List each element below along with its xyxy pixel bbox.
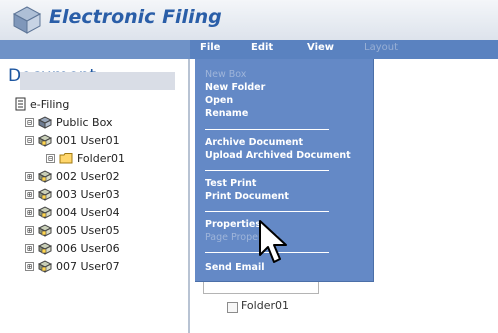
collapse-icon[interactable]: ⊟ bbox=[25, 136, 34, 145]
tree-item-efiling[interactable]: e-Filing bbox=[0, 96, 188, 113]
user-box-icon bbox=[38, 188, 52, 201]
tree-item-label: 004 User04 bbox=[56, 206, 120, 219]
user-box-icon bbox=[38, 242, 52, 255]
selected-row-highlight bbox=[20, 72, 175, 90]
collapse-icon[interactable]: ⊟ bbox=[25, 118, 34, 127]
menu-item-rename[interactable]: Rename bbox=[205, 108, 248, 119]
tree-item-user07[interactable]: ⊞ 007 User07 bbox=[0, 258, 188, 275]
user-box-icon bbox=[38, 134, 52, 147]
pointer-cursor-icon bbox=[259, 220, 287, 263]
tree-item-user05[interactable]: ⊞ 005 User05 bbox=[0, 222, 188, 239]
expand-icon[interactable]: ⊞ bbox=[25, 244, 34, 253]
menu-item-archive-document[interactable]: Archive Document bbox=[205, 137, 303, 148]
menubar-left-strip bbox=[0, 40, 190, 59]
menubar: File Edit View Layout bbox=[190, 40, 498, 59]
menu-separator bbox=[205, 211, 329, 212]
efiling-icon bbox=[15, 97, 26, 111]
tree-item-label: Folder01 bbox=[77, 152, 125, 165]
box-icon bbox=[38, 116, 52, 129]
content-box-frame bbox=[203, 281, 319, 294]
tree-item-label: 002 User02 bbox=[56, 170, 120, 183]
menu-item-print-document[interactable]: Print Document bbox=[205, 191, 289, 202]
folder-item-label[interactable]: Folder01 bbox=[241, 299, 289, 312]
expand-icon[interactable]: ⊞ bbox=[25, 226, 34, 235]
user-box-icon bbox=[38, 206, 52, 219]
tree-item-label: 005 User05 bbox=[56, 224, 120, 237]
tree-item-user06[interactable]: ⊞ 006 User06 bbox=[0, 240, 188, 257]
app-header: Electronic Filing bbox=[0, 0, 498, 40]
tree-item-label: Public Box bbox=[56, 116, 113, 129]
expand-icon[interactable]: ⊞ bbox=[25, 262, 34, 271]
tree-item-label: e-Filing bbox=[30, 98, 70, 111]
tree-item-public-box[interactable]: ⊟ Public Box bbox=[0, 114, 188, 131]
app-title: Electronic Filing bbox=[49, 6, 222, 28]
tree-item-label: 003 User03 bbox=[56, 188, 120, 201]
menu-separator bbox=[205, 170, 329, 171]
menu-item-properties[interactable]: Properties bbox=[205, 219, 261, 230]
tree-item-folder01[interactable]: ⊟ Folder01 bbox=[0, 150, 188, 167]
menu-item-open[interactable]: Open bbox=[205, 95, 233, 106]
menu-separator bbox=[205, 129, 329, 130]
folder-icon bbox=[59, 153, 73, 164]
menu-layout: Layout bbox=[364, 42, 398, 53]
menu-item-test-print[interactable]: Test Print bbox=[205, 178, 256, 189]
menu-item-new-folder[interactable]: New Folder bbox=[205, 82, 265, 93]
menu-file[interactable]: File bbox=[200, 42, 220, 53]
tree-item-user04[interactable]: ⊞ 004 User04 bbox=[0, 204, 188, 221]
menu-item-upload-archived-document[interactable]: Upload Archived Document bbox=[205, 150, 351, 161]
tree-item-user02[interactable]: ⊞ 002 User02 bbox=[0, 168, 188, 185]
tree-item-label: 001 User01 bbox=[56, 134, 120, 147]
logo-icon bbox=[12, 6, 42, 34]
tree-item-user03[interactable]: ⊞ 003 User03 bbox=[0, 186, 188, 203]
folder-checkbox[interactable] bbox=[227, 302, 238, 313]
user-box-icon bbox=[38, 224, 52, 237]
user-box-icon bbox=[38, 170, 52, 183]
tree-item-user01[interactable]: ⊟ 001 User01 bbox=[0, 132, 188, 149]
menu-item-send-email[interactable]: Send Email bbox=[205, 262, 264, 273]
tree-item-label: 007 User07 bbox=[56, 260, 120, 273]
expand-icon[interactable]: ⊞ bbox=[25, 208, 34, 217]
collapse-icon[interactable]: ⊟ bbox=[46, 154, 55, 163]
tree-item-label: 006 User06 bbox=[56, 242, 120, 255]
menu-edit[interactable]: Edit bbox=[251, 42, 273, 53]
user-box-icon bbox=[38, 260, 52, 273]
menu-item-new-box: New Box bbox=[205, 69, 247, 80]
expand-icon[interactable]: ⊞ bbox=[25, 190, 34, 199]
menu-view[interactable]: View bbox=[307, 42, 334, 53]
expand-icon[interactable]: ⊞ bbox=[25, 172, 34, 181]
